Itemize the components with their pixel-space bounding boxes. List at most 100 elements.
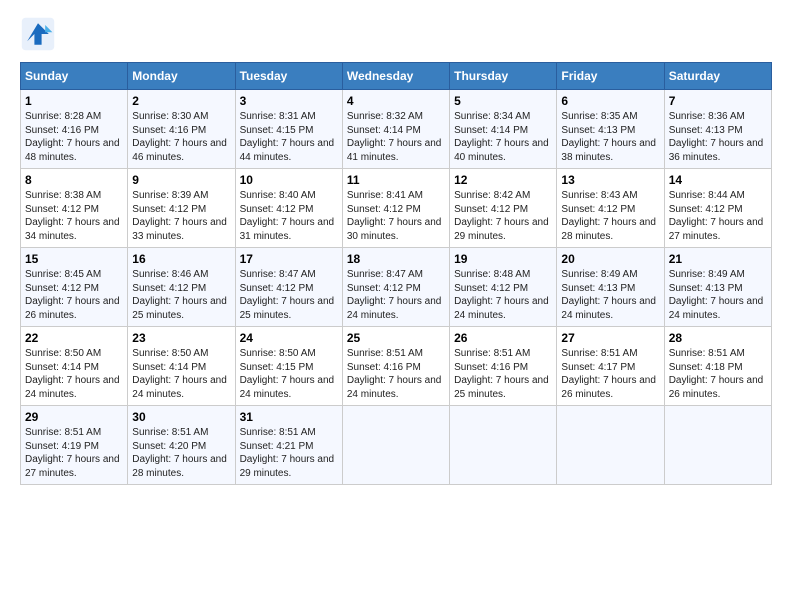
day-cell: 23 Sunrise: 8:50 AM Sunset: 4:14 PM Dayl… — [128, 327, 235, 406]
day-cell: 19 Sunrise: 8:48 AM Sunset: 4:12 PM Dayl… — [450, 248, 557, 327]
day-info: Sunrise: 8:42 AM Sunset: 4:12 PM Dayligh… — [454, 189, 552, 243]
day-number: 21 — [669, 252, 767, 266]
calendar-table: SundayMondayTuesdayWednesdayThursdayFrid… — [20, 62, 772, 485]
daylight-label: Daylight: — [561, 217, 600, 228]
daylight-label: Daylight: — [347, 296, 386, 307]
day-info: Sunrise: 8:46 AM Sunset: 4:12 PM Dayligh… — [132, 268, 230, 322]
day-info: Sunrise: 8:35 AM Sunset: 4:13 PM Dayligh… — [561, 110, 659, 164]
sunrise-label: Sunrise: — [454, 190, 491, 201]
daylight-label: Daylight: — [347, 138, 386, 149]
day-number: 4 — [347, 94, 445, 108]
sunset-label: Sunset: — [561, 283, 595, 294]
day-number: 11 — [347, 173, 445, 187]
day-info: Sunrise: 8:49 AM Sunset: 4:13 PM Dayligh… — [561, 268, 659, 322]
week-row-4: 22 Sunrise: 8:50 AM Sunset: 4:14 PM Dayl… — [21, 327, 772, 406]
day-cell: 12 Sunrise: 8:42 AM Sunset: 4:12 PM Dayl… — [450, 169, 557, 248]
day-cell: 25 Sunrise: 8:51 AM Sunset: 4:16 PM Dayl… — [342, 327, 449, 406]
daylight-label: Daylight: — [132, 296, 171, 307]
day-info: Sunrise: 8:31 AM Sunset: 4:15 PM Dayligh… — [240, 110, 338, 164]
sunset-label: Sunset: — [132, 283, 166, 294]
sunrise-label: Sunrise: — [25, 111, 62, 122]
day-cell: 9 Sunrise: 8:39 AM Sunset: 4:12 PM Dayli… — [128, 169, 235, 248]
day-number: 29 — [25, 410, 123, 424]
day-info: Sunrise: 8:32 AM Sunset: 4:14 PM Dayligh… — [347, 110, 445, 164]
sunset-label: Sunset: — [669, 204, 703, 215]
day-cell: 16 Sunrise: 8:46 AM Sunset: 4:12 PM Dayl… — [128, 248, 235, 327]
daylight-label: Daylight: — [669, 138, 708, 149]
sunrise-label: Sunrise: — [132, 269, 169, 280]
day-cell: 11 Sunrise: 8:41 AM Sunset: 4:12 PM Dayl… — [342, 169, 449, 248]
day-cell: 28 Sunrise: 8:51 AM Sunset: 4:18 PM Dayl… — [664, 327, 771, 406]
sunset-label: Sunset: — [669, 283, 703, 294]
daylight-label: Daylight: — [240, 296, 279, 307]
sunrise-label: Sunrise: — [561, 111, 598, 122]
sunset-label: Sunset: — [240, 283, 274, 294]
sunset-label: Sunset: — [347, 204, 381, 215]
day-number: 7 — [669, 94, 767, 108]
sunrise-label: Sunrise: — [132, 111, 169, 122]
day-cell: 2 Sunrise: 8:30 AM Sunset: 4:16 PM Dayli… — [128, 90, 235, 169]
sunrise-label: Sunrise: — [561, 348, 598, 359]
day-cell — [557, 406, 664, 485]
day-info: Sunrise: 8:50 AM Sunset: 4:14 PM Dayligh… — [25, 347, 123, 401]
weekday-header-row: SundayMondayTuesdayWednesdayThursdayFrid… — [21, 63, 772, 90]
sunrise-label: Sunrise: — [25, 269, 62, 280]
day-cell — [664, 406, 771, 485]
day-cell: 22 Sunrise: 8:50 AM Sunset: 4:14 PM Dayl… — [21, 327, 128, 406]
daylight-label: Daylight: — [347, 375, 386, 386]
sunset-label: Sunset: — [454, 204, 488, 215]
daylight-label: Daylight: — [132, 375, 171, 386]
weekday-header-sunday: Sunday — [21, 63, 128, 90]
day-info: Sunrise: 8:36 AM Sunset: 4:13 PM Dayligh… — [669, 110, 767, 164]
daylight-label: Daylight: — [561, 138, 600, 149]
day-number: 5 — [454, 94, 552, 108]
day-cell: 31 Sunrise: 8:51 AM Sunset: 4:21 PM Dayl… — [235, 406, 342, 485]
day-cell: 5 Sunrise: 8:34 AM Sunset: 4:14 PM Dayli… — [450, 90, 557, 169]
week-row-2: 8 Sunrise: 8:38 AM Sunset: 4:12 PM Dayli… — [21, 169, 772, 248]
sunset-label: Sunset: — [669, 362, 703, 373]
sunrise-label: Sunrise: — [132, 427, 169, 438]
page: SundayMondayTuesdayWednesdayThursdayFrid… — [0, 0, 792, 495]
day-number: 27 — [561, 331, 659, 345]
weekday-header-tuesday: Tuesday — [235, 63, 342, 90]
daylight-label: Daylight: — [132, 454, 171, 465]
day-info: Sunrise: 8:51 AM Sunset: 4:21 PM Dayligh… — [240, 426, 338, 480]
day-info: Sunrise: 8:41 AM Sunset: 4:12 PM Dayligh… — [347, 189, 445, 243]
day-number: 10 — [240, 173, 338, 187]
day-info: Sunrise: 8:30 AM Sunset: 4:16 PM Dayligh… — [132, 110, 230, 164]
daylight-label: Daylight: — [240, 454, 279, 465]
sunrise-label: Sunrise: — [347, 348, 384, 359]
sunrise-label: Sunrise: — [669, 269, 706, 280]
sunrise-label: Sunrise: — [132, 190, 169, 201]
day-number: 26 — [454, 331, 552, 345]
sunrise-label: Sunrise: — [347, 190, 384, 201]
day-cell: 13 Sunrise: 8:43 AM Sunset: 4:12 PM Dayl… — [557, 169, 664, 248]
day-cell: 6 Sunrise: 8:35 AM Sunset: 4:13 PM Dayli… — [557, 90, 664, 169]
header — [20, 16, 772, 52]
daylight-label: Daylight: — [669, 296, 708, 307]
day-info: Sunrise: 8:51 AM Sunset: 4:18 PM Dayligh… — [669, 347, 767, 401]
day-info: Sunrise: 8:43 AM Sunset: 4:12 PM Dayligh… — [561, 189, 659, 243]
sunset-label: Sunset: — [25, 283, 59, 294]
day-number: 14 — [669, 173, 767, 187]
day-cell: 18 Sunrise: 8:47 AM Sunset: 4:12 PM Dayl… — [342, 248, 449, 327]
sunrise-label: Sunrise: — [454, 111, 491, 122]
day-cell: 27 Sunrise: 8:51 AM Sunset: 4:17 PM Dayl… — [557, 327, 664, 406]
day-cell: 24 Sunrise: 8:50 AM Sunset: 4:15 PM Dayl… — [235, 327, 342, 406]
weekday-header-saturday: Saturday — [664, 63, 771, 90]
day-cell: 10 Sunrise: 8:40 AM Sunset: 4:12 PM Dayl… — [235, 169, 342, 248]
daylight-label: Daylight: — [132, 138, 171, 149]
weekday-header-wednesday: Wednesday — [342, 63, 449, 90]
day-info: Sunrise: 8:38 AM Sunset: 4:12 PM Dayligh… — [25, 189, 123, 243]
day-cell: 15 Sunrise: 8:45 AM Sunset: 4:12 PM Dayl… — [21, 248, 128, 327]
daylight-label: Daylight: — [240, 138, 279, 149]
sunrise-label: Sunrise: — [240, 427, 277, 438]
day-info: Sunrise: 8:47 AM Sunset: 4:12 PM Dayligh… — [240, 268, 338, 322]
daylight-label: Daylight: — [25, 375, 64, 386]
weekday-header-thursday: Thursday — [450, 63, 557, 90]
sunrise-label: Sunrise: — [240, 111, 277, 122]
week-row-1: 1 Sunrise: 8:28 AM Sunset: 4:16 PM Dayli… — [21, 90, 772, 169]
day-cell: 8 Sunrise: 8:38 AM Sunset: 4:12 PM Dayli… — [21, 169, 128, 248]
sunset-label: Sunset: — [132, 441, 166, 452]
day-info: Sunrise: 8:34 AM Sunset: 4:14 PM Dayligh… — [454, 110, 552, 164]
